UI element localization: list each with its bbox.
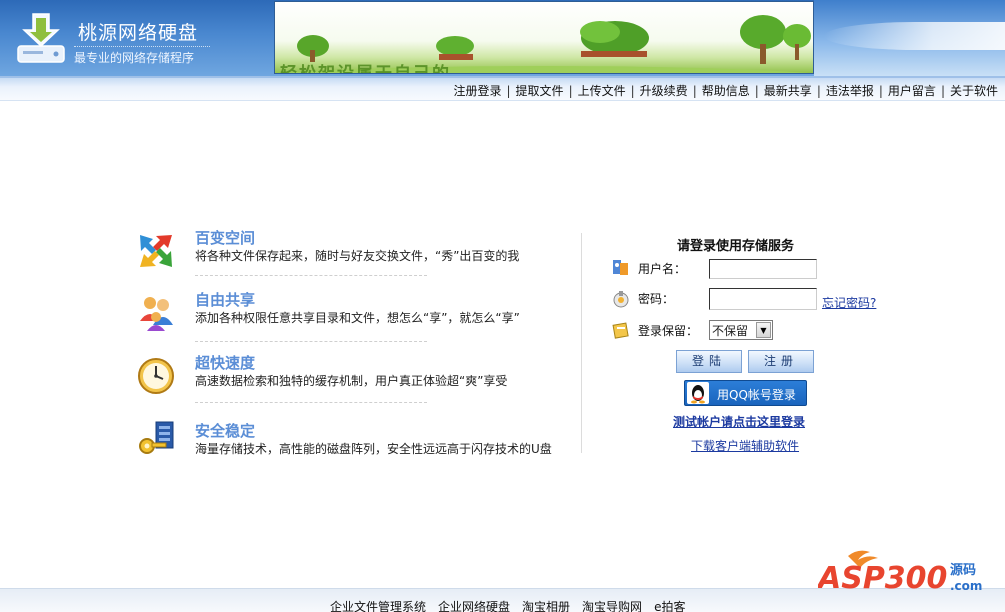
svg-text:.com: .com bbox=[950, 579, 982, 593]
banner-slogan: 轻松架设属于自己的 bbox=[280, 64, 451, 74]
forgot-password-link[interactable]: 忘记密码? bbox=[822, 294, 876, 311]
feature-description: 将各种文件保存起来，随时与好友交换文件，“秀”出百变的我 bbox=[195, 249, 520, 263]
feature-description: 海量存储技术，高性能的磁盘阵列，安全性远远高于闪存技术的U盘 bbox=[195, 442, 552, 456]
download-client-link[interactable]: 下载客户端辅助软件 bbox=[691, 437, 799, 454]
footer-link[interactable]: 淘宝相册 bbox=[522, 598, 570, 612]
remember-select[interactable]: 不保留 ▼ bbox=[709, 320, 773, 340]
footer-link[interactable]: 企业网络硬盘 bbox=[438, 598, 510, 612]
feature-title: 百变空间 bbox=[195, 229, 256, 247]
svg-text:源码: 源码 bbox=[950, 562, 976, 578]
nav-separator: | bbox=[878, 83, 883, 98]
clock-icon bbox=[138, 358, 174, 394]
feature-description: 添加各种权限任意共享目录和文件，想怎么“享”，就怎么“享” bbox=[195, 311, 520, 325]
svg-text:ASP300: ASP300 bbox=[818, 561, 947, 594]
asp300-watermark-logo: ASP300 源码 .com bbox=[818, 550, 982, 594]
nav-report[interactable]: 违法举报 bbox=[826, 82, 874, 99]
test-account-link[interactable]: 测试帐户请点击这里登录 bbox=[673, 413, 805, 430]
footer-links: 企业文件管理系统 企业网络硬盘 淘宝相册 淘宝导购网 e拍客 bbox=[330, 598, 685, 612]
header-decoration bbox=[814, 0, 1005, 76]
user-icon bbox=[613, 260, 628, 275]
nav-register-login[interactable]: 注册登录 bbox=[453, 82, 501, 99]
download-disk-logo-icon bbox=[17, 13, 65, 63]
nav-about[interactable]: 关于软件 bbox=[950, 82, 998, 99]
feature-description: 高速数据检索和独特的缓存机制，用户真正体验超“爽”享受 bbox=[195, 374, 508, 388]
feature-divider bbox=[195, 275, 427, 276]
chevron-down-icon[interactable]: ▼ bbox=[756, 322, 771, 338]
nav-separator: | bbox=[692, 83, 697, 98]
nav-upload-file[interactable]: 上传文件 bbox=[578, 82, 626, 99]
remember-select-value: 不保留 bbox=[712, 324, 749, 338]
feature-divider bbox=[195, 402, 427, 403]
nav-help[interactable]: 帮助信息 bbox=[702, 82, 750, 99]
remember-label: 登录保留： bbox=[638, 324, 699, 338]
footer-link[interactable]: 淘宝导购网 bbox=[582, 598, 642, 612]
username-input[interactable] bbox=[709, 259, 817, 279]
login-button[interactable]: 登陆 bbox=[676, 350, 742, 373]
nav-separator: | bbox=[816, 83, 821, 98]
calendar-icon bbox=[612, 322, 629, 339]
lock-icon bbox=[613, 291, 629, 308]
username-label: 用户名： bbox=[638, 262, 687, 276]
register-button[interactable]: 注册 bbox=[748, 350, 814, 373]
nav-links: 注册登录 | 提取文件 | 上传文件 | 升级续费 | 帮助信息 | 最新共享 … bbox=[453, 82, 998, 99]
nav-guestbook[interactable]: 用户留言 bbox=[888, 82, 936, 99]
password-input[interactable] bbox=[709, 288, 817, 310]
password-label: 密码： bbox=[638, 292, 675, 306]
nav-separator: | bbox=[630, 83, 635, 98]
qq-login-label: 用QQ帐号登录 bbox=[717, 388, 796, 402]
login-title: 请登录使用存储服务 bbox=[677, 239, 795, 254]
feature-title: 自由共享 bbox=[195, 291, 256, 309]
feature-title: 安全稳定 bbox=[195, 422, 256, 440]
header-banner: 轻松架设属于自己的 bbox=[274, 1, 814, 74]
qq-login-button[interactable]: 用QQ帐号登录 bbox=[684, 380, 807, 406]
nav-upgrade[interactable]: 升级续费 bbox=[640, 82, 688, 99]
nav-separator: | bbox=[568, 83, 573, 98]
app-title: 桃源网络硬盘 bbox=[78, 22, 199, 44]
footer-link[interactable]: 企业文件管理系统 bbox=[330, 598, 426, 612]
nav-latest-share[interactable]: 最新共享 bbox=[764, 82, 812, 99]
arrows-icon bbox=[140, 235, 172, 267]
users-icon bbox=[140, 297, 173, 331]
nav-separator: | bbox=[940, 83, 945, 98]
nav-retrieve-file[interactable]: 提取文件 bbox=[516, 82, 564, 99]
key-icon bbox=[139, 421, 174, 454]
feature-title: 超快速度 bbox=[195, 354, 256, 372]
top-navigation: 注册登录 | 提取文件 | 上传文件 | 升级续费 | 帮助信息 | 最新共享 … bbox=[0, 76, 1005, 101]
nav-separator: | bbox=[754, 83, 759, 98]
app-subtitle: 最专业的网络存储程序 bbox=[74, 46, 210, 66]
vertical-divider bbox=[581, 233, 582, 453]
footer-link[interactable]: e拍客 bbox=[654, 598, 685, 612]
nav-separator: | bbox=[506, 83, 511, 98]
feature-divider bbox=[195, 341, 427, 342]
qq-penguin-icon bbox=[687, 382, 709, 404]
